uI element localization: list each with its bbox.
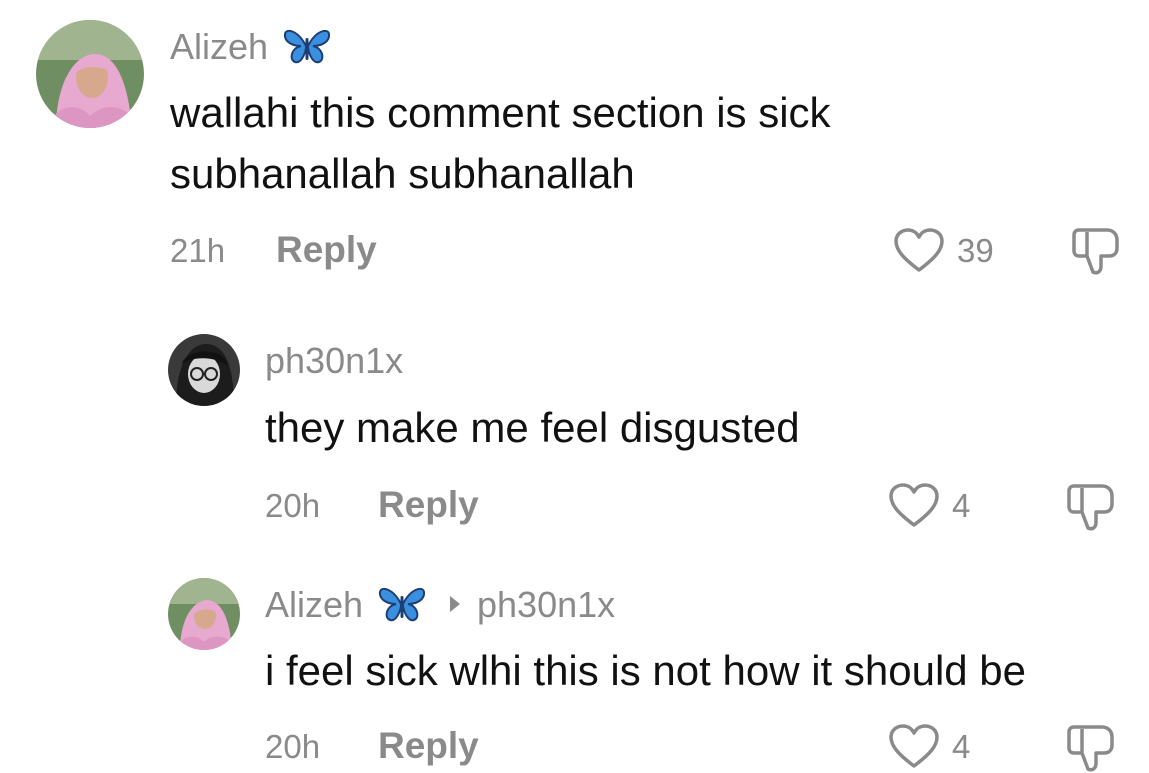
- thumbs-down-icon[interactable]: [1066, 482, 1120, 532]
- like-count: 4: [952, 487, 971, 524]
- comment-text-line: wallahi this comment section is sick: [170, 89, 831, 136]
- reply-button[interactable]: Reply: [378, 725, 479, 767]
- comment-text: they make me feel disgusted: [265, 404, 800, 451]
- comment-username[interactable]: Alizeh: [170, 26, 268, 68]
- thumbs-down-icon[interactable]: [1071, 226, 1125, 276]
- comment-text-line: subhanallah subhanallah: [170, 150, 635, 197]
- heart-icon[interactable]: [888, 483, 940, 529]
- reply-to-username[interactable]: ph30n1x: [477, 584, 615, 626]
- butterfly-icon: [283, 26, 331, 66]
- triangle-right-icon: [448, 594, 462, 614]
- like-count: 39: [957, 232, 994, 269]
- reply-button[interactable]: Reply: [276, 229, 377, 271]
- butterfly-icon: [378, 584, 426, 624]
- comment-text: i feel sick wlhi this is not how it shou…: [265, 647, 1027, 694]
- heart-icon[interactable]: [888, 724, 940, 770]
- like-count: 4: [952, 728, 971, 765]
- comment-timestamp: 20h: [265, 487, 321, 524]
- comment-timestamp: 21h: [170, 232, 226, 269]
- avatar[interactable]: [168, 334, 240, 406]
- comment-username[interactable]: Alizeh: [265, 584, 363, 626]
- comment-timestamp: 20h: [265, 728, 321, 765]
- thumbs-down-icon[interactable]: [1066, 723, 1120, 773]
- avatar[interactable]: [36, 20, 144, 128]
- heart-icon[interactable]: [893, 228, 945, 274]
- avatar[interactable]: [168, 578, 240, 650]
- reply-button[interactable]: Reply: [378, 484, 479, 526]
- comment-username[interactable]: ph30n1x: [265, 340, 403, 382]
